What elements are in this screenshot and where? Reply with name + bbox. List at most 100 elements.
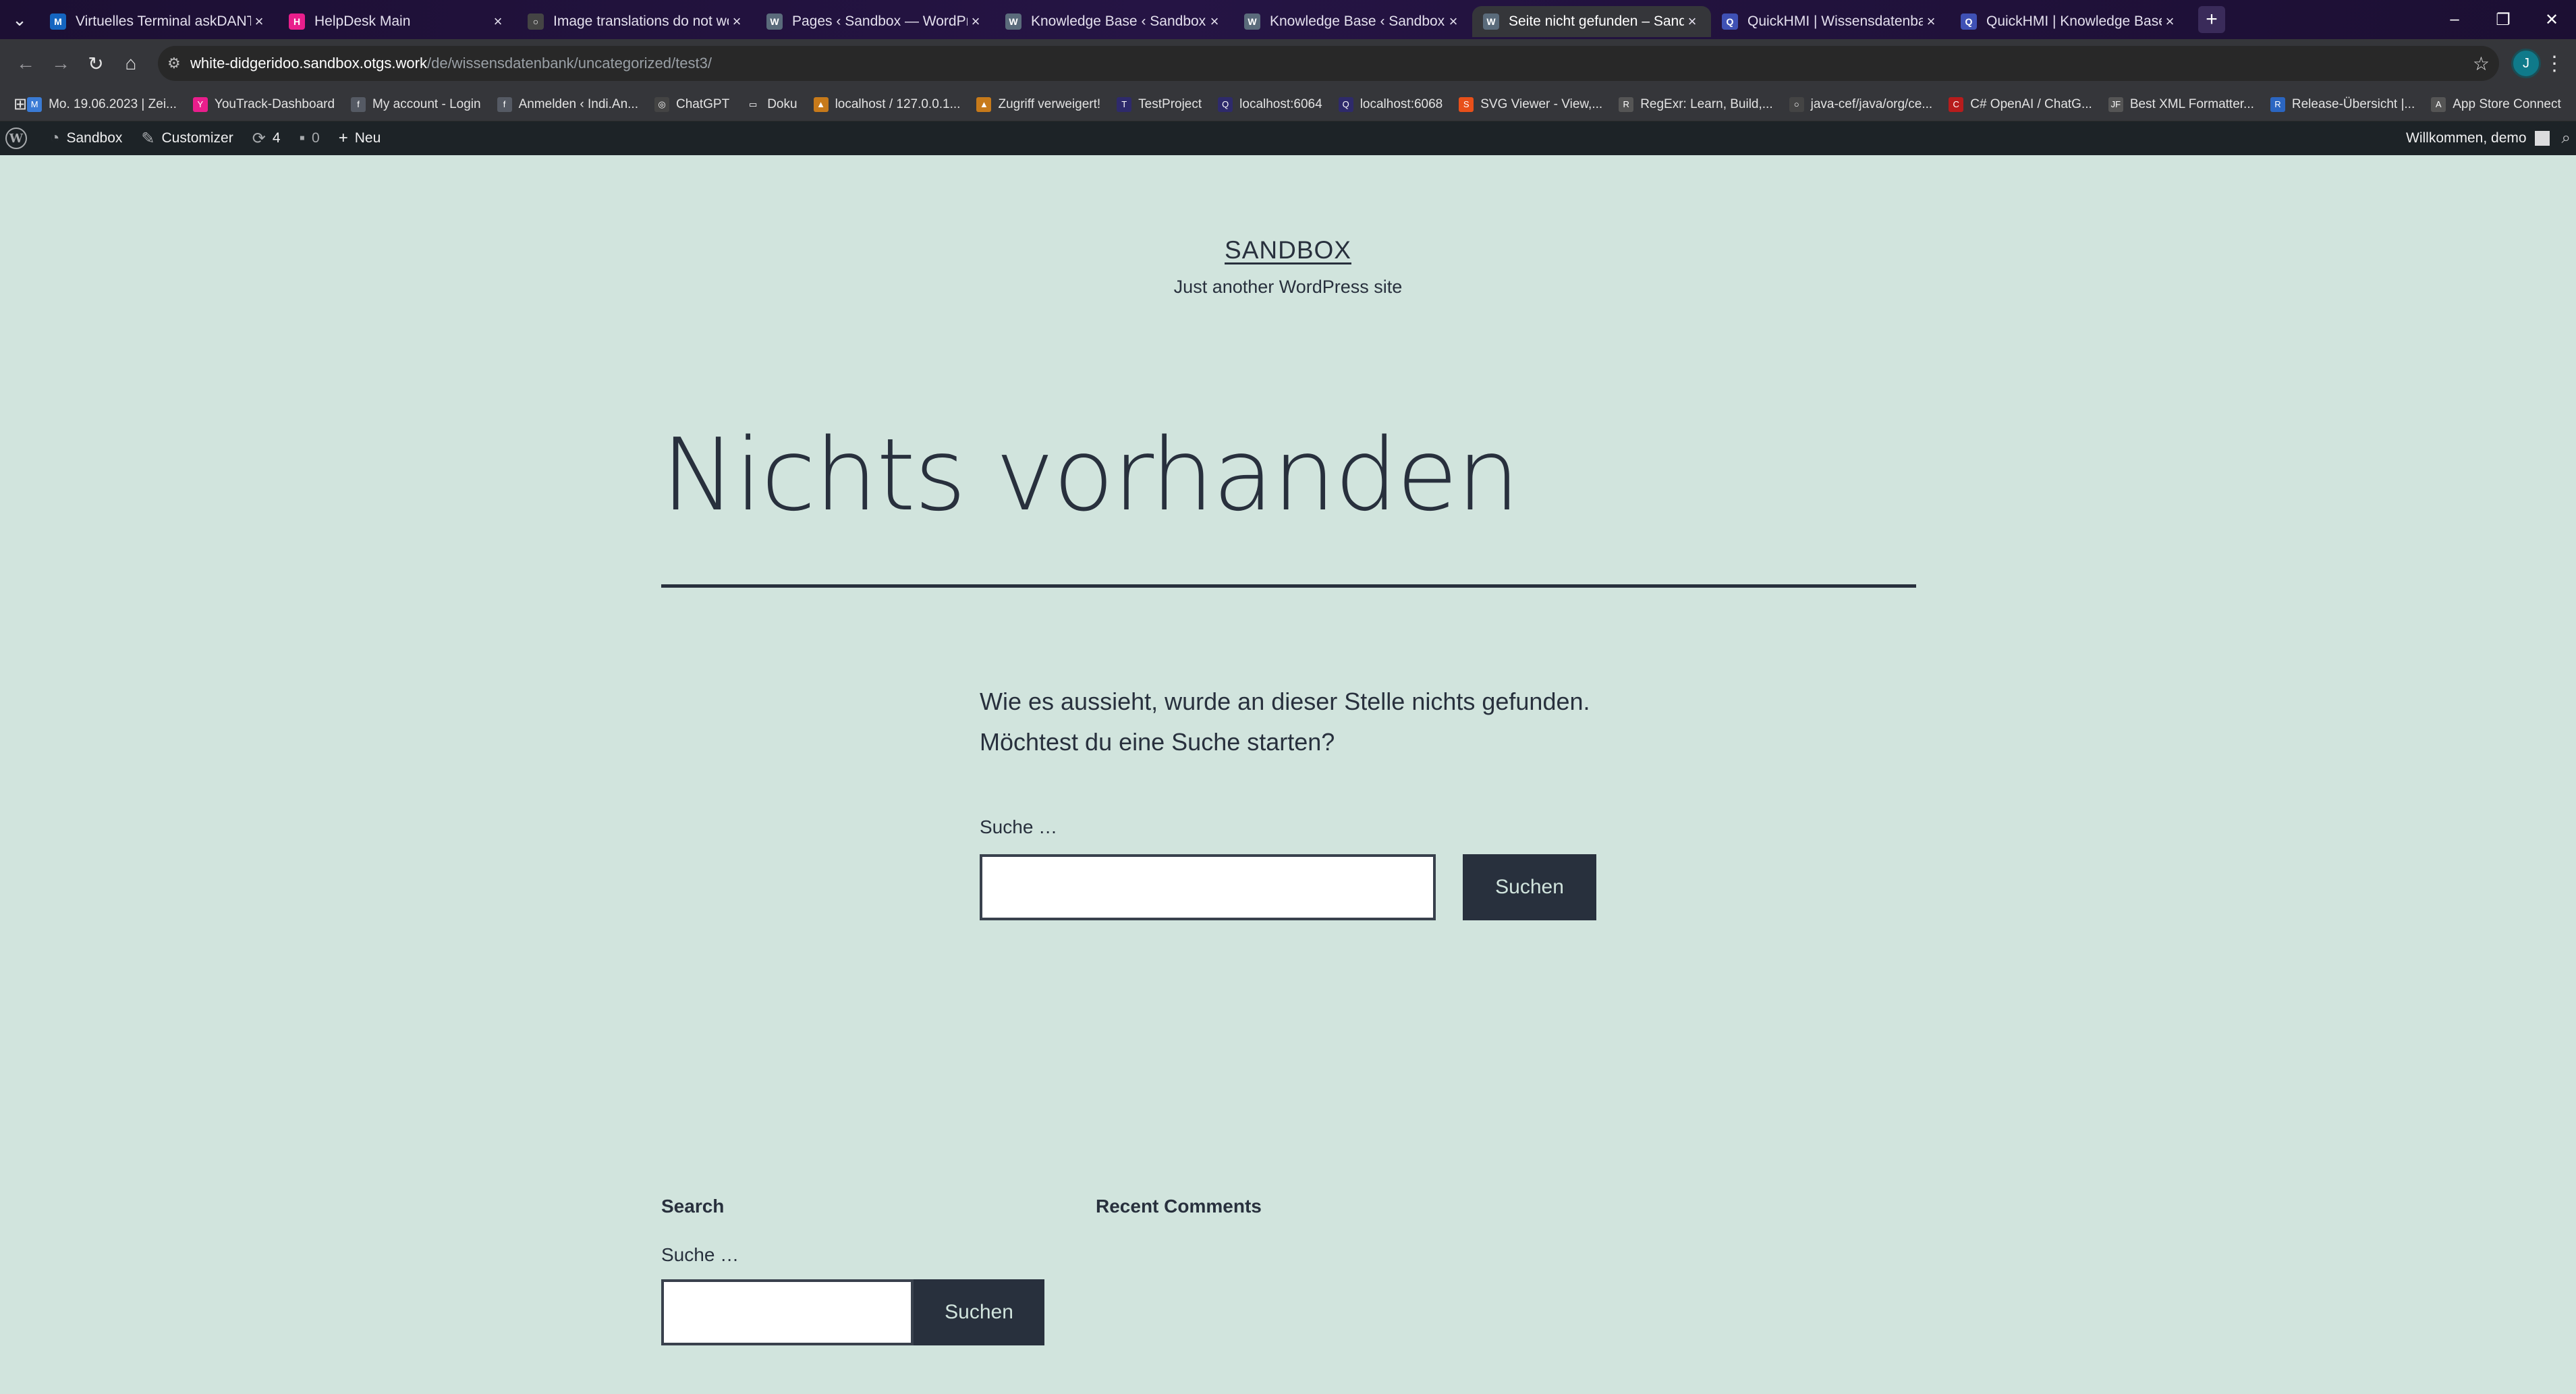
admin-bar-greeting[interactable]: Willkommen, demo — [2406, 130, 2527, 146]
bookmark-label: localhost:6068 — [1360, 96, 1443, 111]
tab-close-icon[interactable]: × — [2162, 13, 2178, 30]
site-title-link[interactable]: SANDBOX — [0, 236, 2576, 264]
tab-title: Knowledge Base ‹ Sandbox — W — [1270, 13, 1445, 29]
bookmark-item[interactable]: T TestProject — [1117, 96, 1202, 112]
bookmark-item[interactable]: ▲ localhost / 127.0.0.1... — [813, 96, 960, 112]
bookmark-item[interactable]: Qlocalhost:6064 — [1218, 96, 1322, 112]
bookmark-star-icon[interactable]: ☆ — [2473, 53, 2490, 75]
browser-tab[interactable]: Q QuickHMI | Knowledge Base ca× — [1950, 6, 2189, 37]
bookmark-label: Zugriff verweigert! — [998, 96, 1101, 111]
plus-icon: + — [338, 129, 348, 147]
tab-title: Virtuelles Terminal askDANTE — [76, 13, 251, 29]
bookmark-item[interactable]: C C# OpenAI / ChatG... — [1949, 96, 2092, 112]
browser-tab[interactable]: Q QuickHMI | Wissensdatenbank × — [1711, 6, 1950, 37]
not-found-notice: Wie es aussieht, wurde an dieser Stelle … — [980, 681, 1590, 762]
search-input[interactable] — [980, 854, 1436, 920]
new-tab-plus-icon[interactable]: + — [2198, 6, 2225, 33]
browser-tab[interactable]: W Seite nicht gefunden – Sandbox× — [1472, 6, 1711, 37]
bookmark-item[interactable]: R RegExr: Learn, Build,... — [1619, 96, 1773, 112]
admin-bar-customizer[interactable]: ✎ Customizer — [141, 129, 233, 148]
reload-icon[interactable]: ↻ — [78, 46, 113, 81]
bookmark-item[interactable]: Y YouTrack-Dashboard — [192, 96, 335, 112]
wordpress-icon: W — [1005, 13, 1021, 30]
bookmark-favicon-icon: ▭ — [746, 96, 761, 112]
close-window-icon[interactable]: ✕ — [2527, 0, 2576, 39]
bookmark-label: Anmelden ‹ Indi.An... — [518, 96, 638, 111]
bookmark-favicon-icon: ▲ — [813, 96, 829, 112]
bookmark-item[interactable]: ◎ ChatGPT — [654, 96, 729, 112]
bookmark-favicon-icon: S — [1459, 96, 1474, 112]
browser-tab[interactable]: W Knowledge Base ‹ Sandbox — W× — [1233, 6, 1472, 37]
search-button[interactable]: Suchen — [1463, 854, 1596, 920]
browser-tab[interactable]: M Virtuelles Terminal askDANTE × — [39, 6, 278, 37]
widget-search-label: Suche … — [661, 1244, 739, 1265]
updates-count: 4 — [272, 130, 281, 146]
admin-bar-comments[interactable]: ▪ 0 — [300, 129, 320, 148]
forward-arrow-icon[interactable]: → — [43, 46, 78, 81]
comment-bubble-icon: ▪ — [299, 129, 306, 147]
bookmark-item[interactable]: S SVG Viewer - View,... — [1459, 96, 1603, 112]
search-widget-title: Search — [661, 1196, 725, 1217]
home-icon[interactable]: ⌂ — [113, 46, 148, 81]
notice-line-2: Möchtest du eine Suche starten? — [980, 728, 1335, 756]
bookmark-item[interactable]: ○ java-cef/java/org/ce... — [1789, 96, 1932, 112]
bookmark-favicon-icon: C — [1949, 96, 1964, 112]
bookmark-item[interactable]: f Anmelden ‹ Indi.An... — [497, 96, 638, 112]
widget-search-button[interactable]: Suchen — [914, 1279, 1044, 1345]
bookmark-item[interactable]: R Release-Übersicht |... — [2270, 96, 2415, 112]
widget-search-input[interactable] — [661, 1279, 914, 1345]
bookmark-item[interactable]: ▭ Doku — [746, 96, 797, 112]
site-info-icon[interactable]: ⚙ — [167, 55, 190, 72]
browser-tab[interactable]: W Knowledge Base ‹ Sandbox — W× — [995, 6, 1233, 37]
bookmark-item[interactable]: M Mo. 19.06.2023 | Zei... — [27, 96, 177, 112]
bookmark-label: SVG Viewer - View,... — [1480, 96, 1603, 111]
brush-icon: ✎ — [141, 129, 155, 148]
browser-tab[interactable]: ○ Image translations do not work × — [517, 6, 756, 37]
bookmark-item[interactable]: JF Best XML Formatter... — [2108, 96, 2254, 112]
quickhmi-icon: Q — [1961, 13, 1977, 30]
dashboard-icon: ◔ — [50, 129, 60, 147]
restore-icon[interactable]: ❐ — [2479, 0, 2527, 39]
bookmark-item[interactable]: Qlocalhost:6068 — [1338, 96, 1443, 112]
admin-bar-new[interactable]: + Neu — [339, 129, 381, 148]
tab-search-chevron-icon[interactable]: ⌄ — [0, 0, 39, 39]
tab-list: M Virtuelles Terminal askDANTE × H HelpDesk … — [39, 2, 2189, 37]
url-path: /de/wissensdatenbank/uncategorized/test3… — [426, 55, 712, 72]
browser-menu-icon[interactable]: ⋮ — [2541, 52, 2568, 76]
bookmark-item[interactable]: f My account - Login — [351, 96, 481, 112]
browser-tab[interactable]: W Pages ‹ Sandbox — WordPress× — [756, 6, 995, 37]
tab-close-icon[interactable]: × — [251, 13, 267, 30]
profile-avatar[interactable]: J — [2511, 49, 2541, 78]
tab-close-icon[interactable]: × — [729, 13, 745, 30]
bookmark-favicon-icon: Y — [192, 96, 208, 112]
tab-close-icon[interactable]: × — [490, 13, 506, 30]
wordpress-logo-icon[interactable]: W — [5, 128, 27, 149]
tab-title: Seite nicht gefunden – Sandbox — [1509, 13, 1684, 29]
tab-close-icon[interactable]: × — [1923, 13, 1939, 30]
apps-grid-icon[interactable]: ⊞ — [13, 94, 27, 114]
tab-close-icon[interactable]: × — [1206, 13, 1223, 30]
admin-bar-site[interactable]: ◔ Sandbox — [50, 129, 122, 148]
bookmark-favicon-icon: Q — [1218, 96, 1233, 112]
bookmark-item[interactable]: ▲ Zugriff verweigert! — [976, 96, 1101, 112]
browser-tab-strip: ⌄ M Virtuelles Terminal askDANTE × H HelpDes… — [0, 0, 2576, 39]
browser-tab[interactable]: H HelpDesk Main × — [278, 6, 517, 37]
bookmark-favicon-icon: ▲ — [976, 96, 992, 112]
site-header: SANDBOX Just another WordPress site — [0, 236, 2576, 298]
minimize-icon[interactable]: – — [2430, 0, 2479, 39]
address-bar[interactable]: ⚙ white-didgeridoo.sandbox.otgs.work/de/… — [158, 46, 2499, 81]
bookmark-favicon-icon: ◎ — [654, 96, 669, 112]
admin-bar-updates[interactable]: ⟳ 4 — [252, 129, 281, 148]
admin-search-icon[interactable]: ⌕ — [2562, 129, 2571, 148]
tab-close-icon[interactable]: × — [1684, 13, 1700, 30]
bookmark-label: C# OpenAI / ChatG... — [1970, 96, 2092, 111]
notice-line-1: Wie es aussieht, wurde an dieser Stelle … — [980, 688, 1590, 715]
tab-close-icon[interactable]: × — [968, 13, 984, 30]
m-logo-icon: M — [50, 13, 66, 30]
bookmark-label: localhost:6064 — [1239, 96, 1322, 111]
bookmark-favicon-icon: JF — [2108, 96, 2123, 112]
bookmark-item[interactable]: A App Store Connect — [2431, 96, 2561, 112]
tab-close-icon[interactable]: × — [1445, 13, 1461, 30]
back-arrow-icon[interactable]: ← — [8, 46, 43, 81]
user-avatar[interactable] — [2534, 131, 2550, 146]
